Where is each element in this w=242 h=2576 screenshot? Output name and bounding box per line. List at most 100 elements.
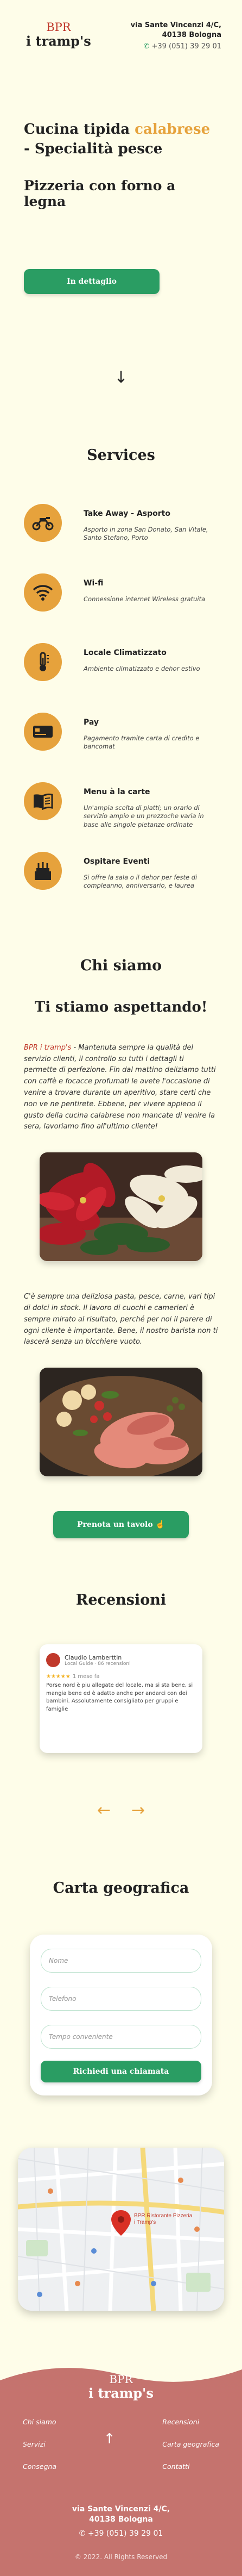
book-table-button[interactable]: Prenota un tavolo ☝ <box>53 1511 189 1539</box>
footer-link-carta[interactable]: Carta geografica <box>162 2440 219 2448</box>
footer-logo[interactable]: BPR i tramp's <box>0 2373 242 2402</box>
scroll-up-arrow-icon[interactable]: ↑ <box>104 2418 116 2485</box>
footer-link-contatti[interactable]: Contatti <box>162 2462 219 2471</box>
header-phone[interactable]: ✆ +39 (051) 39 29 01 <box>131 42 221 52</box>
about-text-1-rest: - Mantenuta sempre la qualità del serviz… <box>24 1043 216 1131</box>
poinsettia-photo <box>40 1152 202 1262</box>
service-item: Menu à la carte Un'ampia scelta di piatti… <box>0 782 242 852</box>
hero-section: Cucina tipida calabrese - Specialità pes… <box>0 61 242 294</box>
service-item: Ospitare Eventi Si offre la sala o il deh… <box>0 851 242 921</box>
book-table-label: Prenota un tavolo <box>77 1520 153 1530</box>
service-title: Wi-fi <box>84 578 104 588</box>
review-author: Claudio Lamberttin Local Guide · 86 rece… <box>65 1654 131 1667</box>
about-title: Chi siamo <box>80 957 162 974</box>
service-item: Pay Pagamento tramite carta di credito e … <box>0 712 242 782</box>
avatar <box>46 1653 60 1668</box>
review-author-meta: Local Guide · 86 recensioni <box>65 1661 131 1667</box>
phone-number: +39 (051) 39 29 01 <box>151 42 221 51</box>
service-desc: Si offre la sala o il dehor per feste di… <box>84 873 198 890</box>
callback-form: Nome Telefono Tempo conveniente Richiedi… <box>30 1935 212 2096</box>
map-embed[interactable]: BPR Ristorante Pizzeria i Tramp's <box>18 2148 224 2311</box>
credit-card-icon <box>24 712 62 751</box>
book-wrap: Prenota un tavolo ☝ <box>0 1511 242 1539</box>
reviews-title: Recensioni <box>75 1592 167 1609</box>
footer-body: BPR i tramp's Chi siamo Servizi Consegna… <box>0 2373 242 2576</box>
time-placeholder: Tempo conveniente <box>49 2033 113 2041</box>
about-text-2: C'è sempre una deliziosa pasta, pesce, c… <box>24 1293 218 1346</box>
request-call-button[interactable]: Richiedi una chiamata <box>41 2061 201 2083</box>
service-title: Ospitare Eventi <box>84 857 150 866</box>
service-desc: Asporto in zona San Donato, San Vitale, … <box>84 525 208 542</box>
services-list: Take Away - Asporto Asporto in zona San D… <box>0 503 242 921</box>
name-field[interactable]: Nome <box>41 1949 201 1973</box>
footer-link-consegna[interactable]: Consegna <box>23 2462 56 2471</box>
copyright: © 2022. All Rights Reserved <box>74 2553 168 2561</box>
map-pin-label: BPR Ristorante Pizzeria <box>134 2213 193 2219</box>
service-title: Menu à la carte <box>84 787 150 796</box>
service-title: Locale Climatizzato <box>84 648 167 657</box>
phone-placeholder: Telefono <box>49 1995 77 2003</box>
thermometer-icon <box>24 643 62 681</box>
phone-field[interactable]: Telefono <box>41 1987 201 2011</box>
map-title: Carta geografica <box>53 1880 189 1897</box>
logo-line1: BPR <box>46 21 71 34</box>
address-line1: via Sante Vincenzi 4/C, <box>130 21 221 29</box>
menu-book-icon <box>24 782 62 820</box>
review-card[interactable]: Claudio Lamberttin Local Guide · 86 rece… <box>40 1644 202 1754</box>
footer-logo-line1: BPR <box>109 2373 133 2386</box>
map-pin-label-2: i Tramp's <box>134 2219 156 2225</box>
footer-address-line1: via Sante Vincenzi 4/C, <box>72 2504 170 2513</box>
footer-address-line2: 40138 Bologna <box>89 2515 153 2524</box>
header-address: via Sante Vincenzi 4/C, 40138 Bologna ✆ +… <box>131 21 221 52</box>
star-rating-icon: ★★★★★ <box>46 1674 71 1680</box>
about-text-1: BPR i tramp's - Mantenuta sempre la qual… <box>0 1043 242 1133</box>
review-date: 1 mese fa <box>72 1674 100 1680</box>
hero-subtitle: Pizzeria con forno a legna <box>24 177 176 209</box>
details-button[interactable]: In dettaglio <box>24 269 160 294</box>
footer-address: via Sante Vincenzi 4/C, 40138 Bologna <box>0 2504 242 2525</box>
prev-arrow-icon[interactable]: ← <box>97 1801 111 1820</box>
footer-nav: Chi siamo Servizi Consegna ↑ Recensioni … <box>0 2402 242 2485</box>
service-desc: Ambiente climatizzato e dehor estivo <box>84 664 200 672</box>
service-title: Take Away - Asporto <box>84 509 170 518</box>
review-header: Claudio Lamberttin Local Guide · 86 rece… <box>46 1653 196 1668</box>
site-footer: BPR i tramp's Chi siamo Servizi Consegna… <box>0 2364 242 2576</box>
footer-phone[interactable]: ✆ +39 (051) 39 29 01 <box>0 2529 242 2538</box>
logo-line2: i tramp's <box>26 33 91 49</box>
logo[interactable]: BPR i tramp's <box>26 21 91 49</box>
hero-title-part2: - Specialità pesce <box>24 141 163 158</box>
about-brand: BPR i tramp's <box>24 1043 72 1052</box>
hero-title-part1: Cucina tipida <box>24 121 135 138</box>
phone-icon: ✆ <box>79 2529 88 2538</box>
next-arrow-icon[interactable]: → <box>131 1801 145 1820</box>
event-cake-icon <box>24 851 62 890</box>
scroll-down-arrow-icon[interactable]: ↓ <box>0 368 242 387</box>
service-item: Wi-fi Connessione internet Wireless gratu… <box>0 573 242 643</box>
service-desc: Connessione internet Wireless gratuita <box>84 595 206 603</box>
footer-link-servizi[interactable]: Servizi <box>23 2440 56 2448</box>
site-header: BPR i tramp's via Sante Vincenzi 4/C, 40… <box>0 0 242 61</box>
about-subtitle: Ti stiamo aspettando! <box>34 999 208 1015</box>
wifi-icon <box>24 573 62 612</box>
antipasto-photo <box>40 1368 202 1477</box>
phone-icon: ✆ <box>143 42 150 51</box>
service-item: Locale Climatizzato Ambiente climatizzato… <box>0 643 242 713</box>
footer-nav-right: Recensioni Carta geografica Contatti <box>162 2418 219 2485</box>
footer-nav-left: Chi siamo Servizi Consegna <box>23 2418 56 2485</box>
service-item: Take Away - Asporto Asporto in zona San D… <box>0 503 242 573</box>
address-line2: 40138 Bologna <box>162 30 221 39</box>
review-navigation: ← → <box>0 1801 242 1820</box>
time-field[interactable]: Tempo conveniente <box>41 2025 201 2049</box>
name-placeholder: Nome <box>49 1957 68 1965</box>
motorbike-icon <box>24 503 62 542</box>
footer-link-recensioni[interactable]: Recensioni <box>162 2418 219 2426</box>
hero-title-accent: calabrese <box>135 121 211 138</box>
footer-phone-number: +39 (051) 39 29 01 <box>87 2529 163 2538</box>
hand-pointer-icon: ☝ <box>155 1520 165 1530</box>
service-desc: Pagamento tramite carta di credito e ban… <box>84 734 200 751</box>
footer-link-chi-siamo[interactable]: Chi siamo <box>23 2418 56 2426</box>
service-desc: Un'ampia scelta di piatti; un orario di … <box>84 803 204 828</box>
review-body: Porse nord è piu allegate del locale, ma… <box>46 1682 193 1712</box>
review-stars: ★★★★★ 1 mese fa <box>46 1674 196 1680</box>
footer-logo-line2: i tramp's <box>88 2385 154 2402</box>
